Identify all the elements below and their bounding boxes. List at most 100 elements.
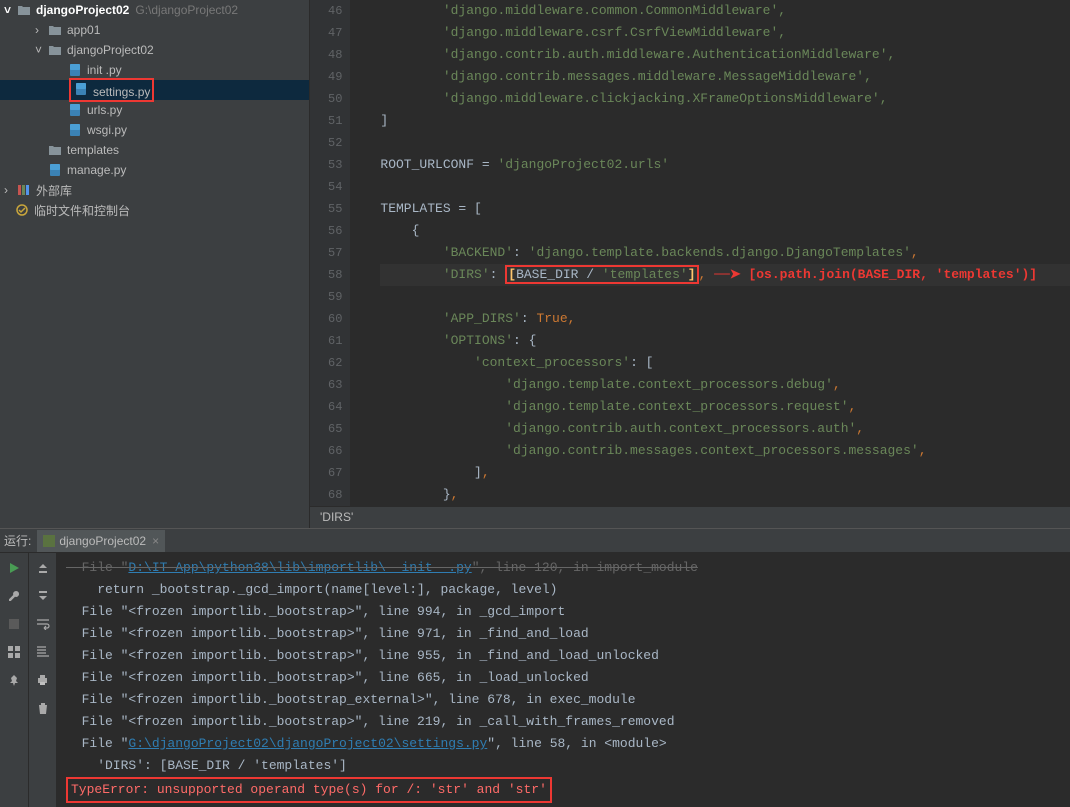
code-text: 'django.template.context_processors.requ…: [505, 399, 848, 414]
breadcrumb[interactable]: 'DIRS': [310, 506, 1070, 528]
scroll-down-button[interactable]: [34, 587, 52, 605]
code-text: 'django.template.backends.django.DjangoT…: [529, 245, 911, 260]
line-number: 61: [328, 330, 342, 352]
line-number: 59: [328, 286, 342, 308]
arrow-annotation: ──➤: [706, 267, 748, 282]
line-number: 66: [328, 440, 342, 462]
chevron-right-icon: ›: [4, 183, 14, 197]
tree-label: urls.py: [87, 103, 122, 117]
highlighted-error: TypeError: unsupported operand type(s) f…: [66, 777, 552, 803]
wrench-button[interactable]: [5, 587, 23, 605]
trash-button[interactable]: [34, 699, 52, 717]
line-number: 68: [328, 484, 342, 506]
code-text: TEMPLATES = [: [380, 201, 481, 216]
pin-button[interactable]: [5, 671, 23, 689]
line-number: 54: [328, 176, 342, 198]
line-number: 63: [328, 374, 342, 396]
tree-root[interactable]: ˅ djangoProject02 G:\djangoProject02: [0, 0, 309, 20]
code-text: ]: [380, 113, 388, 128]
temp-label: 临时文件和控制台: [34, 202, 130, 219]
tree-item[interactable]: templates: [0, 140, 309, 160]
library-icon: [16, 182, 32, 198]
code-text: [380, 245, 442, 260]
line-number: 52: [328, 132, 342, 154]
line-number: 64: [328, 396, 342, 418]
file-link[interactable]: G:\djangoProject02\djangoProject02\setti…: [128, 736, 487, 751]
run-tab[interactable]: djangoProject02 ×: [37, 530, 165, 552]
django-icon: [43, 535, 55, 547]
run-tab-label: djangoProject02: [59, 534, 146, 548]
scroll-end-button[interactable]: [34, 643, 52, 661]
line-number: 67: [328, 462, 342, 484]
tree-item[interactable]: manage.py: [0, 160, 309, 180]
code-text: {: [380, 223, 419, 238]
code-editor[interactable]: 4647484950515253545556575859606162636465…: [310, 0, 1070, 528]
run-tab-bar: 运行: djangoProject02 ×: [0, 529, 1070, 553]
console-line: File "D:\IT-App\python38\lib\importlib\_…: [66, 557, 1060, 579]
chevron-icon: ˅: [35, 43, 45, 57]
console-line: File "G:\djangoProject02\djangoProject02…: [66, 733, 1060, 755]
tree-item[interactable]: ˅ djangoProject02: [0, 40, 309, 60]
code-text: 'django.contrib.messages.middleware.Mess…: [412, 69, 872, 84]
tree-label: app01: [67, 23, 100, 37]
breadcrumb-text: 'DIRS': [320, 510, 353, 524]
code-text: 'django.middleware.csrf.CsrfViewMiddlewa…: [412, 25, 786, 40]
line-number: 57: [328, 242, 342, 264]
tree-label: init .py: [87, 63, 122, 77]
code-text: 'django.middleware.clickjacking.XFrameOp…: [412, 91, 888, 106]
tree-item[interactable]: urls.py: [0, 100, 309, 120]
file-link[interactable]: D:\IT-App\python38\lib\importlib\__init_…: [128, 560, 471, 575]
code-text: ]: [380, 465, 481, 480]
tree-item[interactable]: init .py: [0, 60, 309, 80]
console-error-line: TypeError: unsupported operand type(s) f…: [66, 777, 1060, 803]
run-label: 运行:: [4, 532, 31, 549]
run-toolbar-column2: [28, 553, 56, 807]
code-text: 'APP_DIRS': [443, 311, 521, 326]
line-gutter: 4647484950515253545556575859606162636465…: [310, 0, 350, 506]
layout-button[interactable]: [5, 643, 23, 661]
code-text: 'django.template.context_processors.debu…: [505, 377, 833, 392]
code-text: 'djangoProject02.urls': [497, 157, 669, 172]
console-output[interactable]: File "D:\IT-App\python38\lib\importlib\_…: [56, 553, 1070, 807]
folder-icon: [47, 42, 63, 58]
rerun-button[interactable]: [5, 559, 23, 577]
scroll-up-button[interactable]: [34, 559, 52, 577]
code-text: 'OPTIONS': [443, 333, 513, 348]
root-label: djangoProject02: [36, 3, 129, 17]
close-icon[interactable]: ×: [152, 534, 159, 548]
tree-label: templates: [67, 143, 119, 157]
python-file-icon: [73, 81, 89, 97]
line-number: 62: [328, 352, 342, 374]
python-file-icon: [67, 102, 83, 118]
print-button[interactable]: [34, 671, 52, 689]
run-toolbar-column1: [0, 553, 28, 807]
code-text: 'django.middleware.common.CommonMiddlewa…: [412, 3, 786, 18]
code-annotation: [os.path.join(BASE_DIR, 'templates')]: [748, 267, 1037, 282]
scratches[interactable]: 临时文件和控制台: [0, 200, 309, 220]
project-tree: ˅ djangoProject02 G:\djangoProject02 ›ap…: [0, 0, 310, 528]
tree-item[interactable]: ›app01: [0, 20, 309, 40]
code-text: ROOT_URLCONF =: [380, 157, 497, 172]
scratch-icon: [14, 202, 30, 218]
code-text: 'context_processors': [474, 355, 630, 370]
chevron-down-icon: ˅: [4, 3, 14, 17]
stop-button[interactable]: [5, 615, 23, 633]
soft-wrap-button[interactable]: [34, 615, 52, 633]
console-line: File "<frozen importlib._bootstrap>", li…: [66, 667, 1060, 689]
line-number: 51: [328, 110, 342, 132]
line-number: 58: [328, 264, 342, 286]
tree-label: wsgi.py: [87, 123, 127, 137]
code-content[interactable]: 'django.middleware.common.CommonMiddlewa…: [350, 0, 1070, 506]
line-number: 50: [328, 88, 342, 110]
console-line: File "<frozen importlib._bootstrap>", li…: [66, 645, 1060, 667]
line-number: 53: [328, 154, 342, 176]
line-number: 47: [328, 22, 342, 44]
tree-item[interactable]: wsgi.py: [0, 120, 309, 140]
tree-label: djangoProject02: [67, 43, 154, 57]
external-libraries[interactable]: › 外部库: [0, 180, 309, 200]
python-file-icon: [67, 122, 83, 138]
tree-item[interactable]: settings.py: [0, 80, 309, 100]
line-number: 48: [328, 44, 342, 66]
current-line: 'DIRS': [BASE_DIR / 'templates'], ──➤ [o…: [380, 264, 1070, 286]
root-path: G:\djangoProject02: [135, 3, 238, 17]
